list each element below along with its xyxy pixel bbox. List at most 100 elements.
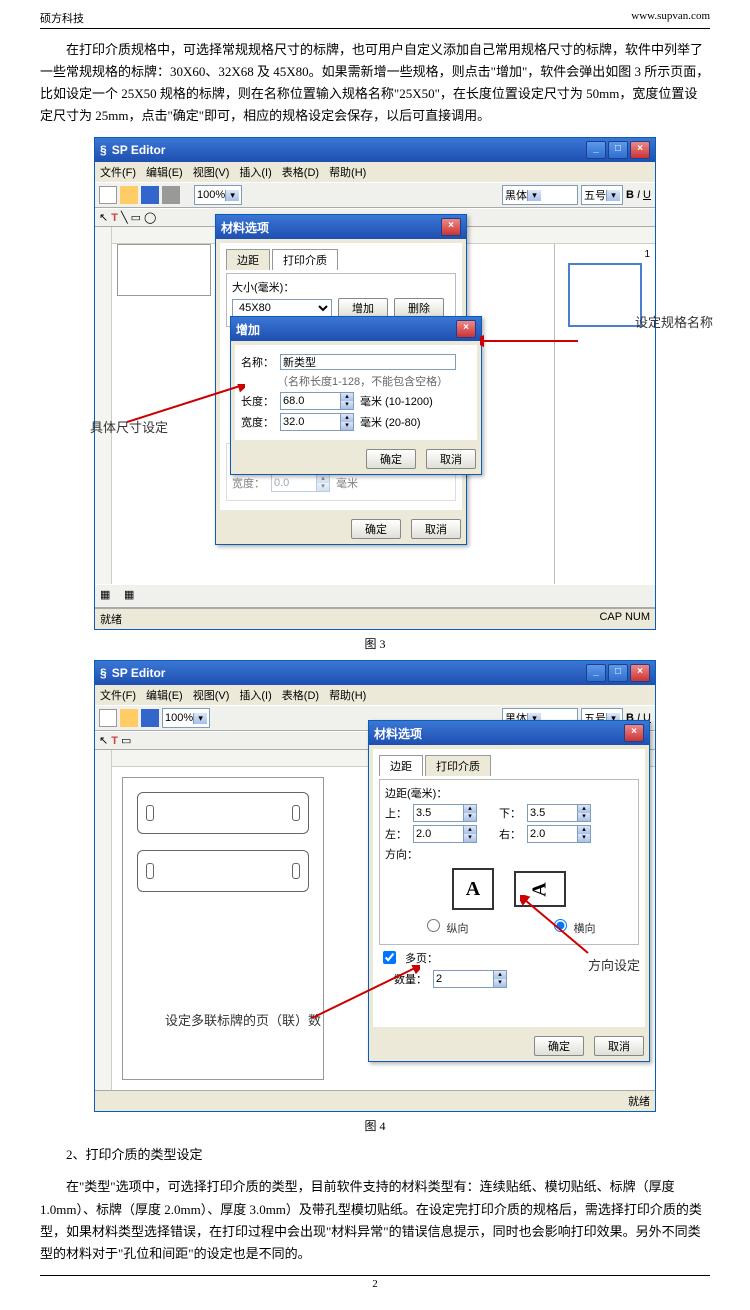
fontsize-combo[interactable]: 五号▾ — [581, 185, 623, 205]
figure3-caption: 图 3 — [40, 635, 710, 652]
bottom-toolbar: ▦ ▦ — [95, 584, 655, 608]
app-window: § SP Editor _ □ × 文件(F) 编辑(E) 视图(V) 插入(I… — [94, 137, 656, 630]
right-input[interactable] — [527, 825, 578, 843]
length-range: 毫米 (10-1200) — [360, 393, 433, 409]
dialog-close-button[interactable]: × — [441, 218, 461, 236]
text-icon[interactable]: T — [111, 735, 118, 747]
new-icon[interactable] — [99, 186, 117, 204]
landscape-icon[interactable]: A — [514, 871, 566, 907]
app-icon: § — [100, 666, 107, 680]
menu-table[interactable]: 表格(D) — [282, 164, 319, 180]
menu-file[interactable]: 文件(F) — [100, 164, 136, 180]
italic-button[interactable]: I — [637, 189, 640, 201]
spin-down-icon[interactable]: ▾ — [341, 401, 353, 409]
dialog-close-button[interactable]: × — [624, 724, 644, 742]
align-icon[interactable]: ▦ — [123, 587, 141, 605]
spin-up-icon[interactable]: ▴ — [341, 393, 353, 401]
tab-media[interactable]: 打印介质 — [425, 755, 491, 776]
cancel-button[interactable]: 取消 — [594, 1036, 644, 1056]
dialog-title: 材料选项 — [374, 725, 422, 742]
name-hint: （名称长度1-128，不能包含空格） — [277, 373, 471, 389]
top-label: 上： — [385, 805, 407, 821]
menu-edit[interactable]: 编辑(E) — [146, 687, 183, 703]
delete-button[interactable]: 删除 — [394, 298, 444, 318]
minimize-button[interactable]: _ — [586, 141, 606, 159]
add-ok-button[interactable]: 确定 — [366, 449, 416, 469]
ok-button[interactable]: 确定 — [351, 519, 401, 539]
length-input[interactable] — [280, 392, 341, 410]
ruler-v — [95, 227, 112, 244]
rect-icon[interactable]: ▭ — [121, 734, 131, 747]
ok-button[interactable]: 确定 — [534, 1036, 584, 1056]
label-preview — [137, 850, 309, 892]
underline-button[interactable]: U — [643, 189, 651, 201]
menu-view[interactable]: 视图(V) — [193, 164, 230, 180]
toolbar-main: 100%▾ 黑体▾ 五号▾ B I U — [95, 182, 655, 208]
add-close-button[interactable]: × — [456, 320, 476, 338]
add-dialog-title: 增加 — [236, 321, 260, 338]
close-button[interactable]: × — [630, 664, 650, 682]
app-icon: § — [100, 143, 107, 157]
bold-button[interactable]: B — [626, 189, 634, 201]
tab-media[interactable]: 打印介质 — [272, 249, 338, 270]
portrait-icon[interactable]: A — [452, 868, 494, 910]
menu-help[interactable]: 帮助(H) — [329, 164, 366, 180]
minimize-button[interactable]: _ — [586, 664, 606, 682]
multipage-checkbox[interactable] — [383, 951, 396, 964]
landscape-radio[interactable] — [554, 919, 567, 932]
qty-input[interactable] — [433, 970, 494, 988]
left-input[interactable] — [413, 825, 464, 843]
zoom-combo[interactable]: 100%▾ — [194, 185, 242, 205]
menu-insert[interactable]: 插入(I) — [239, 164, 271, 180]
qty-label: 数量： — [394, 971, 427, 987]
new-icon[interactable] — [99, 709, 117, 727]
close-button[interactable]: × — [630, 141, 650, 159]
save-icon[interactable] — [141, 709, 159, 727]
menu-file[interactable]: 文件(F) — [100, 687, 136, 703]
menu-insert[interactable]: 插入(I) — [239, 687, 271, 703]
width-range: 毫米 (20-80) — [360, 414, 421, 430]
text-icon[interactable]: T — [111, 212, 118, 224]
orient-label: 方向： — [385, 846, 633, 862]
rect-icon[interactable]: ▭ — [131, 211, 141, 224]
spin-up-icon[interactable]: ▴ — [341, 414, 353, 422]
open-icon[interactable] — [120, 709, 138, 727]
spin-down-icon[interactable]: ▾ — [341, 422, 353, 430]
tab-margin[interactable]: 边距 — [226, 249, 270, 270]
maximize-button[interactable]: □ — [608, 141, 628, 159]
width-input[interactable] — [280, 413, 341, 431]
paragraph-1: 在打印介质规格中，可选择常规规格尺寸的标牌，也可用户自定义添加自己常用规格尺寸的… — [40, 39, 710, 127]
tab-margin[interactable]: 边距 — [379, 755, 423, 776]
ellipse-icon[interactable]: ◯ — [144, 211, 156, 224]
annotation-spec-name: 设定规格名称 — [635, 312, 713, 331]
top-input[interactable] — [413, 804, 464, 822]
cancel-button[interactable]: 取消 — [411, 519, 461, 539]
print-icon[interactable] — [162, 186, 180, 204]
pointer-icon[interactable]: ↖ — [99, 211, 108, 224]
annotation-multipage: 设定多联标牌的页（联）数 — [165, 1010, 321, 1029]
menu-edit[interactable]: 编辑(E) — [146, 164, 183, 180]
open-icon[interactable] — [120, 186, 138, 204]
length-label: 长度： — [241, 393, 274, 409]
zoom-combo[interactable]: 100%▾ — [162, 708, 210, 728]
menu-help[interactable]: 帮助(H) — [329, 687, 366, 703]
menu-view[interactable]: 视图(V) — [193, 687, 230, 703]
save-icon[interactable] — [141, 186, 159, 204]
font-combo[interactable]: 黑体▾ — [502, 185, 578, 205]
add-button[interactable]: 增加 — [338, 298, 388, 318]
add-cancel-button[interactable]: 取消 — [426, 449, 476, 469]
section-2-title: 2、打印介质的类型设定 — [40, 1144, 710, 1166]
paragraph-2: 在"类型"选项中，可选择打印介质的类型，目前软件支持的材料类型有：连续贴纸、模切… — [40, 1176, 710, 1264]
width-label: 宽度： — [241, 414, 274, 430]
page-thumbnail[interactable] — [568, 263, 642, 327]
align-icon[interactable]: ▦ — [99, 587, 117, 605]
line-icon[interactable]: ╲ — [121, 211, 128, 224]
maximize-button[interactable]: □ — [608, 664, 628, 682]
size-select[interactable]: 45X80 — [232, 299, 332, 317]
pointer-icon[interactable]: ↖ — [99, 734, 108, 747]
name-input[interactable] — [280, 354, 456, 370]
menu-table[interactable]: 表格(D) — [282, 687, 319, 703]
page-number: 2 — [40, 1275, 710, 1290]
bottom-input[interactable] — [527, 804, 578, 822]
portrait-radio[interactable] — [427, 919, 440, 932]
